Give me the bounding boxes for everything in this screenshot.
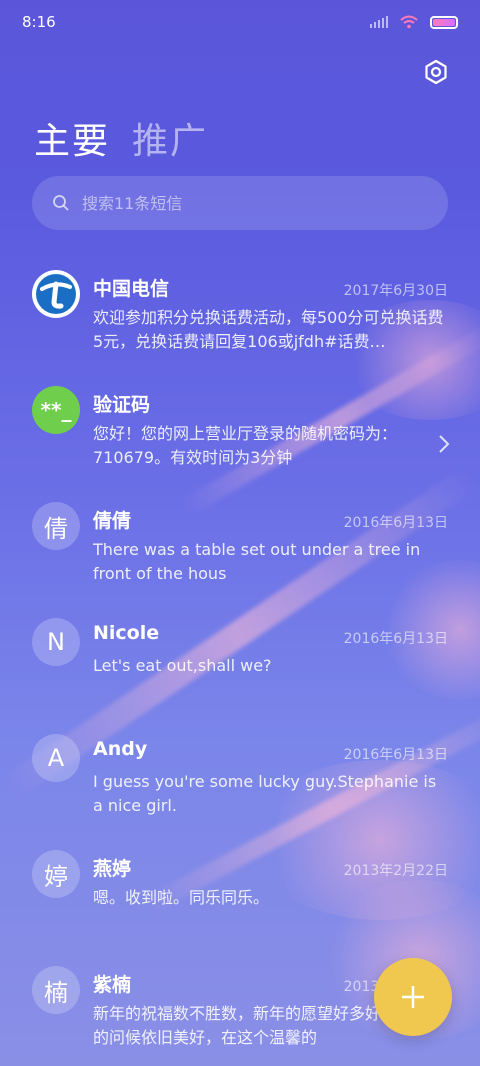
tab-promotions[interactable]: 推广 — [132, 112, 208, 164]
gear-icon — [425, 59, 447, 85]
avatar: 楠 — [32, 966, 80, 1014]
sender-name: 倩倩 — [93, 510, 132, 532]
message-preview: There was a table set out under a tree i… — [93, 540, 421, 583]
message-date: 2016年6月13日 — [343, 631, 448, 647]
search-icon — [53, 195, 69, 211]
message-row[interactable]: A Andy 2016年6月13日 I guess you're some lu… — [0, 724, 480, 840]
battery-icon — [430, 15, 458, 29]
signal-icon — [370, 16, 388, 28]
message-date: 2016年6月13日 — [343, 747, 448, 763]
message-date: 2016年6月13日 — [343, 515, 448, 531]
message-preview: I guess you're some lucky guy.Stephanie … — [93, 772, 437, 815]
plus-icon — [402, 986, 424, 1008]
message-list: 中国电信 2017年6月30日 欢迎参加积分兑换话费活动，每500分可兑换话费5… — [0, 260, 480, 1066]
sender-name: 紫楠 — [93, 974, 132, 996]
avatar: A — [32, 734, 80, 782]
message-preview: 欢迎参加积分兑换话费活动，每500分可兑换话费5元，兑换话费请回复106或jfd… — [93, 308, 444, 351]
compose-button[interactable] — [374, 958, 452, 1036]
message-date: 2017年6月30日 — [343, 283, 448, 299]
sender-name: 验证码 — [93, 394, 151, 416]
telecom-logo-avatar — [32, 270, 80, 318]
search-bar[interactable] — [32, 176, 448, 230]
avatar: 倩 — [32, 502, 80, 550]
sender-name: Andy — [93, 738, 148, 760]
sender-name: 燕婷 — [93, 858, 132, 880]
message-preview: Let's eat out,shall we? — [93, 656, 272, 675]
message-row[interactable]: 婷 燕婷 2013年2月22日 嗯。收到啦。同乐同乐。 — [0, 840, 480, 956]
message-date: 2013年2月22日 — [343, 863, 448, 879]
avatar: **_ — [32, 386, 80, 434]
message-row[interactable]: **_ 验证码 您好！您的网上营业厅登录的随机密码为：710679。有效时间为3… — [0, 376, 480, 492]
tab-primary[interactable]: 主要 — [34, 112, 110, 164]
message-row[interactable]: N Nicole 2016年6月13日 Let's eat out,shall … — [0, 608, 480, 724]
message-preview: 嗯。收到啦。同乐同乐。 — [93, 888, 270, 907]
sender-name: 中国电信 — [93, 278, 170, 300]
chevron-right-icon[interactable] — [438, 434, 450, 454]
tab-bar: 主要 推广 — [34, 112, 208, 164]
settings-button[interactable] — [420, 56, 452, 88]
avatar: N — [32, 618, 80, 666]
wifi-icon — [400, 15, 418, 29]
status-bar: 8:16 — [0, 0, 480, 44]
search-input[interactable] — [82, 193, 448, 213]
telecom-logo-icon — [36, 274, 76, 314]
message-row[interactable]: 中国电信 2017年6月30日 欢迎参加积分兑换话费活动，每500分可兑换话费5… — [0, 260, 480, 376]
message-preview: 您好！您的网上营业厅登录的随机密码为：710679。有效时间为3分钟 — [93, 424, 398, 467]
avatar: 婷 — [32, 850, 80, 898]
status-time: 8:16 — [22, 13, 56, 31]
message-row[interactable]: 倩 倩倩 2016年6月13日 There was a table set ou… — [0, 492, 480, 608]
sender-name: Nicole — [93, 622, 160, 644]
